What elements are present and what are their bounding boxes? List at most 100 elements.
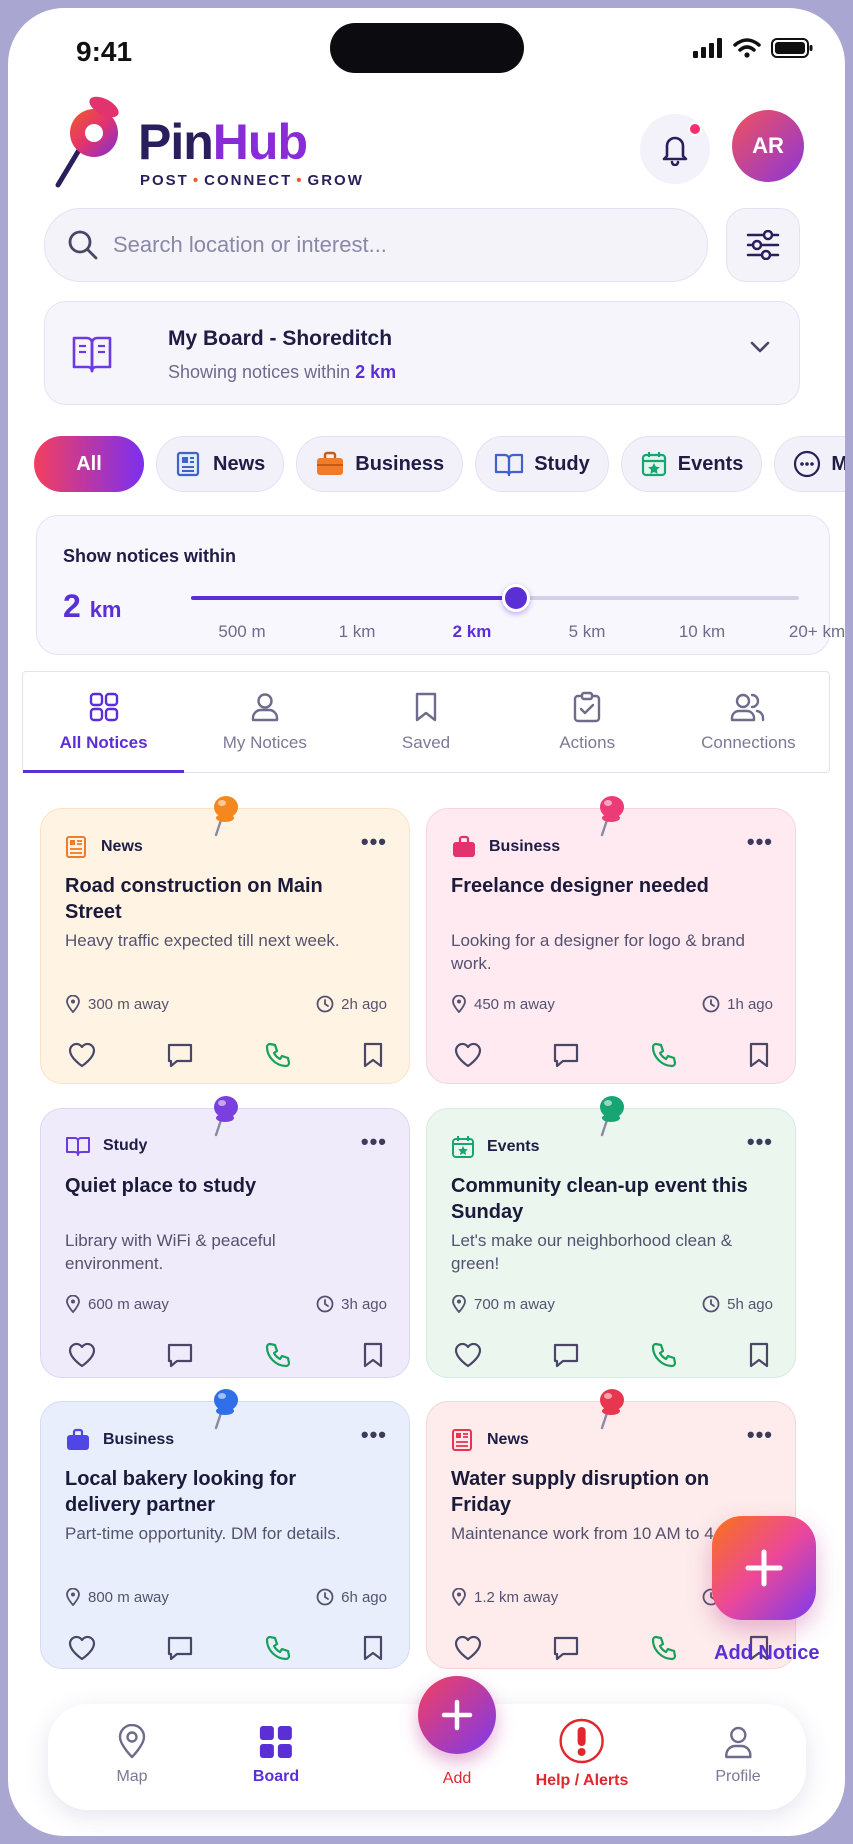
notice-distance: 300 m away [65,995,169,1013]
bookmark-icon[interactable] [361,1041,385,1069]
bookmark-icon[interactable] [361,1341,385,1369]
notice-card[interactable]: Business ••• Local bakery looking for de… [40,1389,410,1669]
heart-icon[interactable] [67,1041,97,1069]
bookmark-icon [415,692,437,722]
chip-label: Business [355,452,445,475]
notice-description: Part-time opportunity. DM for details. [65,1524,341,1543]
tab-actions[interactable]: Actions [507,672,668,772]
bookmark-icon[interactable] [747,1341,771,1369]
distance-tick[interactable]: 2 km [453,622,492,642]
more-options-icon[interactable]: ••• [747,1422,773,1448]
notice-category: News [65,835,143,859]
chip-all[interactable]: All [34,436,144,492]
notice-time-text: 6h ago [341,1588,387,1606]
heart-icon[interactable] [67,1634,97,1662]
comment-icon[interactable] [552,1634,580,1662]
more-options-icon[interactable]: ••• [361,829,387,855]
bookmark-icon[interactable] [747,1041,771,1069]
comment-icon[interactable] [166,1341,194,1369]
distance-unit: km [89,597,122,622]
heart-icon[interactable] [67,1341,97,1369]
more-options-icon[interactable]: ••• [747,1129,773,1155]
chip-study[interactable]: Study [475,436,609,492]
notice-actions [453,1041,771,1069]
phone-icon[interactable] [650,1041,678,1069]
clock-icon [702,995,720,1013]
notice-card[interactable]: Business ••• Freelance designer needed L… [426,796,796,1084]
nav-board[interactable]: Board [253,1724,299,1786]
battery-icon [771,38,813,58]
add-notice-button[interactable] [712,1516,816,1620]
chip-more[interactable]: More [774,436,845,492]
calendar-star-icon [641,452,666,477]
heart-icon[interactable] [453,1041,483,1069]
distance-slider-fill [191,596,516,600]
notice-card[interactable]: Events ••• Community clean-up event this… [426,1096,796,1378]
comment-icon[interactable] [552,1341,580,1369]
distance-tick[interactable]: 5 km [569,622,606,642]
tab-my-notices[interactable]: My Notices [184,672,345,772]
phone-icon[interactable] [264,1341,292,1369]
phone-icon[interactable] [264,1041,292,1069]
notifications-button[interactable] [640,114,710,184]
more-options-icon[interactable]: ••• [747,829,773,855]
search-input[interactable] [113,232,633,258]
nav-help-alerts[interactable]: Help / Alerts [536,1718,628,1790]
pushpin-logo-icon [55,96,119,188]
nav-map[interactable]: Map [116,1724,148,1786]
location-pin-icon [452,1588,466,1606]
heart-icon[interactable] [453,1341,483,1369]
notice-meta: 450 m away 1h ago [451,995,773,1013]
chip-label: News [213,452,266,475]
distance-tick[interactable]: 20+ km [789,622,845,642]
newspaper-icon [176,451,200,477]
clipboard-check-icon [574,691,601,723]
tab-connections[interactable]: Connections [668,672,829,772]
tab-label: My Notices [222,733,307,752]
tab-label: All Notices [59,733,148,752]
briefcase-icon [453,835,475,857]
notice-time-text: 5h ago [727,1295,773,1313]
heart-icon[interactable] [453,1634,483,1662]
nav-profile[interactable]: Profile [715,1724,761,1786]
distance-tick[interactable]: 500 m [218,622,265,642]
notice-card[interactable]: News ••• Road construction on Main Stree… [40,796,410,1084]
avatar[interactable]: AR [732,110,804,182]
tab-all-notices[interactable]: All Notices [23,672,185,773]
notice-description: Maintenance work from 10 AM to 4 PM. [451,1524,749,1543]
notice-description: Let's make our neighborhood clean & gree… [451,1231,733,1273]
distance-slider[interactable] [191,584,799,612]
signal-icon [693,38,722,58]
phone-icon[interactable] [650,1634,678,1662]
notice-time: 5h ago [702,1295,773,1313]
board-book-icon [72,336,112,373]
more-options-icon[interactable]: ••• [361,1129,387,1155]
chip-news[interactable]: News [156,436,285,492]
search-icon [68,230,98,260]
board-selector[interactable]: My Board - Shoreditch Showing notices wi… [44,301,800,405]
notice-category-label: Events [487,1138,540,1155]
distance-slider-thumb[interactable] [502,584,530,612]
distance-tick[interactable]: 10 km [679,622,725,642]
filter-button[interactable] [726,208,800,282]
comment-icon[interactable] [552,1041,580,1069]
chevron-down-icon [750,341,770,353]
plus-icon [441,1699,473,1731]
tab-saved[interactable]: Saved [345,672,506,772]
distance-tick[interactable]: 1 km [339,622,376,642]
comment-icon[interactable] [166,1041,194,1069]
add-notice-label[interactable]: Add Notice [714,1642,820,1665]
distance-number: 2 [63,588,81,624]
chip-business[interactable]: Business [296,436,464,492]
nav-add-label[interactable]: Add [443,1770,471,1788]
bookmark-icon[interactable] [361,1634,385,1662]
chip-events[interactable]: Events [620,436,763,492]
phone-icon[interactable] [264,1634,292,1662]
notice-card[interactable]: Study ••• Quiet place to study Library w… [40,1096,410,1378]
more-options-icon[interactable]: ••• [361,1422,387,1448]
notice-distance-text: 1.2 km away [474,1588,559,1606]
location-pin-icon [66,1295,80,1313]
nav-add-button[interactable] [418,1676,496,1754]
phone-icon[interactable] [650,1341,678,1369]
comment-icon[interactable] [166,1634,194,1662]
